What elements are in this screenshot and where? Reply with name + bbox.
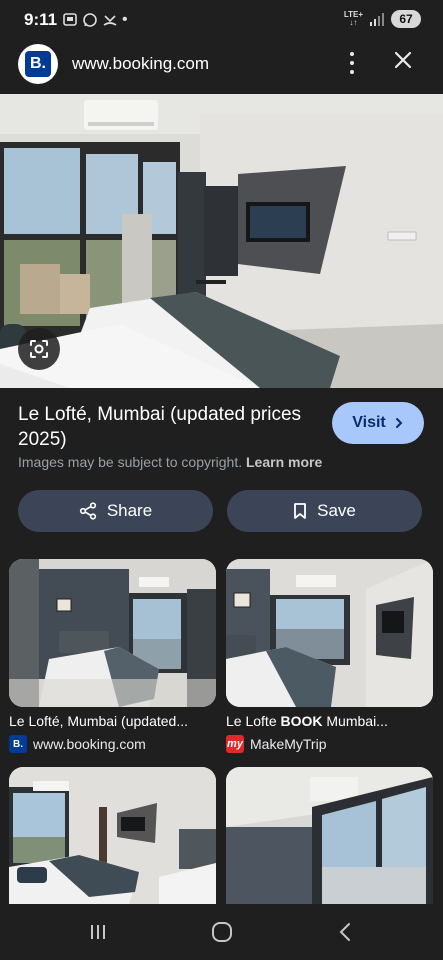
home-icon[interactable] <box>210 922 234 947</box>
makemytrip-favicon-icon: my <box>226 735 244 753</box>
visit-label: Visit <box>352 414 386 431</box>
google-lens-icon[interactable] <box>18 328 60 370</box>
status-bar: 9:11 • LTE+ ↓↑ 67 <box>0 0 443 40</box>
status-dot: • <box>122 11 128 28</box>
related-image-1[interactable] <box>9 559 216 707</box>
share-button[interactable]: Share <box>18 490 213 532</box>
recents-icon[interactable] <box>88 922 108 947</box>
related-image-3[interactable] <box>9 767 216 904</box>
related-image-4[interactable] <box>226 767 433 904</box>
back-icon[interactable] <box>336 922 356 947</box>
related-source-label-1: www.booking.com <box>33 736 146 752</box>
related-source-2[interactable]: my MakeMyTrip <box>226 735 327 753</box>
related-source-label-2: MakeMyTrip <box>250 736 327 752</box>
notification-icons: • <box>62 12 128 28</box>
related-title-2[interactable]: Le Lofte BOOK Mumbai... <box>226 713 433 729</box>
booking-logo-mark: B. <box>25 51 51 77</box>
missed-call-icon <box>103 15 117 26</box>
lte-indicator: LTE+ ↓↑ <box>343 10 363 27</box>
kebab-menu-icon[interactable] <box>347 52 357 74</box>
save-label: Save <box>317 501 356 520</box>
related-image-2[interactable] <box>226 559 433 707</box>
source-header: B. www.booking.com <box>0 40 443 94</box>
close-icon[interactable] <box>393 50 413 75</box>
copyright-notice: Images may be subject to copyright. Lear… <box>18 454 323 470</box>
learn-more-link[interactable]: Learn more <box>246 454 322 470</box>
source-url[interactable]: www.booking.com <box>72 54 209 74</box>
battery-indicator: 67 <box>391 10 421 28</box>
share-icon <box>79 502 96 520</box>
whatsapp-icon <box>83 13 97 27</box>
status-time: 9:11 <box>24 10 58 29</box>
system-nav-bar <box>0 904 443 960</box>
save-button[interactable]: Save <box>227 490 422 532</box>
messages-icon <box>63 13 77 26</box>
share-label: Share <box>106 501 153 520</box>
hero-image[interactable] <box>0 94 443 388</box>
visit-button[interactable]: Visit <box>332 402 424 444</box>
booking-logo: B. <box>18 44 58 84</box>
chevron-right-icon <box>395 418 403 428</box>
bookmark-icon <box>294 503 307 519</box>
related-title-1[interactable]: Le Lofté, Mumbai (updated... <box>9 713 216 729</box>
booking-favicon-icon: B. <box>9 735 27 753</box>
result-title: Le Lofté, Mumbai (updated prices 2025) <box>18 404 302 450</box>
related-source-1[interactable]: B. www.booking.com <box>9 735 146 753</box>
signal-icon <box>370 13 384 26</box>
